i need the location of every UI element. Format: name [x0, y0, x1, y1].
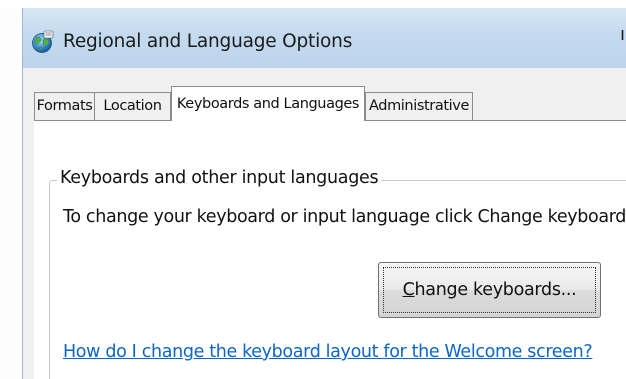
close-button-fragment[interactable]: ı [620, 24, 626, 54]
globe-icon [32, 30, 54, 53]
window-top-edge [0, 0, 626, 8]
change-keyboards-label: Change keyboards... [402, 280, 577, 300]
tab-location[interactable]: Location [94, 92, 171, 120]
dialog-window: Regional and Language Options ı Formats … [0, 0, 626, 379]
change-keyboards-button[interactable]: Change keyboards... [378, 262, 601, 318]
tab-formats[interactable]: Formats [34, 92, 95, 120]
groupbox-description: To change your keyboard or input languag… [63, 207, 626, 227]
window-title: Regional and Language Options [63, 31, 353, 52]
tab-administrative[interactable]: Administrative [365, 92, 473, 120]
welcome-screen-keyboard-help-link[interactable]: How do I change the keyboard layout for … [63, 342, 593, 362]
groupbox-legend: Keyboards and other input languages [57, 168, 382, 188]
tab-keyboards-and-languages[interactable]: Keyboards and Languages [171, 86, 365, 121]
